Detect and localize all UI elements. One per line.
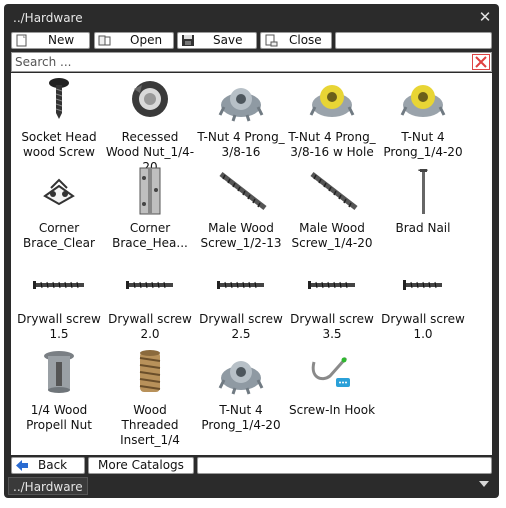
item-label: Drywall screw 3.5 [290, 312, 374, 341]
more-catalogs-label: More Catalogs [98, 458, 184, 472]
catalog-grid: Socket Head wood Screw Recessed Wood Nut… [11, 73, 492, 455]
search-input[interactable]: Search ... [15, 55, 71, 69]
item-label: Socket Head wood Screw [21, 130, 97, 159]
catalog-window: ../Hardware ✕ New Open Save Close Search… [4, 4, 499, 498]
tnut-yellow-icon [400, 85, 446, 117]
save-button-label: Save [213, 33, 243, 47]
catalog-item[interactable]: Corner Brace_Hea... [104, 164, 196, 254]
item-label: Screw-In Hook [288, 403, 376, 417]
save-button[interactable]: Save [177, 32, 257, 49]
catalog-item[interactable]: Brad Nail [377, 164, 469, 254]
clear-search-button[interactable] [472, 54, 490, 70]
item-label: Drywall screw 1.0 [381, 312, 465, 341]
catalog-item[interactable]: Drywall screw 2.5 [195, 255, 287, 345]
catalog-item[interactable]: T-Nut 4 Prong_1/4-20 ... [377, 73, 469, 174]
close-file-icon [265, 34, 278, 47]
bottom-spacer [197, 457, 492, 474]
drywall-screw-icon [403, 280, 442, 290]
recessed-nut-icon [132, 81, 168, 117]
open-file-icon [98, 35, 111, 46]
back-arrow-icon [16, 460, 28, 471]
catalog-item[interactable]: Corner Brace_Clear [13, 164, 105, 254]
catalog-item[interactable]: Recessed Wood Nut_1/4-20 [104, 73, 196, 174]
drywall-screw-icon [308, 281, 355, 289]
item-label: Brad Nail [395, 221, 451, 235]
back-button[interactable]: Back [11, 457, 85, 474]
hook-icon [311, 357, 350, 387]
item-label: Corner Brace_Clear [23, 221, 95, 250]
status-bar: ../Hardware [4, 474, 499, 498]
catalog-item[interactable]: T-Nut 4 Prong_1/4-20 [195, 346, 287, 436]
drywall-screw-icon [33, 281, 84, 289]
open-button[interactable]: Open [94, 32, 174, 49]
item-label: T-Nut 4 Prong_ 3/8-16 w Hole [288, 130, 376, 159]
catalog-item[interactable]: T-Nut 4 Prong_ 3/8-16 [195, 73, 287, 163]
new-button[interactable]: New [11, 32, 90, 49]
tnut-icon [218, 361, 264, 395]
propell-nut-icon [44, 351, 74, 393]
item-label: Male Wood Screw_1/4-20 [291, 221, 373, 250]
new-button-label: New [48, 33, 75, 47]
item-label: Drywall screw 2.0 [108, 312, 192, 341]
more-catalogs-button[interactable]: More Catalogs [88, 457, 194, 474]
catalog-item[interactable]: Socket Head wood Screw [13, 73, 105, 163]
catalog-item[interactable]: Wood Threaded Insert_1/4 [104, 346, 196, 447]
catalog-item[interactable]: Drywall screw 1.5 [13, 255, 105, 345]
catalog-item[interactable]: 1/4 Wood Propell Nut [13, 346, 105, 436]
item-label: Corner Brace_Hea... [112, 221, 188, 250]
catalog-item[interactable]: Male Wood Screw_1/2-13 [195, 164, 287, 254]
close-icon[interactable]: ✕ [477, 9, 493, 25]
socket-head-screw-icon [49, 78, 69, 119]
catalog-item[interactable]: T-Nut 4 Prong_ 3/8-16 w Hole [286, 73, 378, 163]
new-file-icon [16, 34, 27, 47]
search-bar[interactable]: Search ... [11, 52, 492, 72]
item-label: Drywall screw 2.5 [199, 312, 283, 341]
toolbar: New Open Save Close [11, 32, 492, 50]
tnut-icon [218, 88, 264, 122]
back-button-label: Back [38, 458, 68, 472]
item-label: Wood Threaded Insert_1/4 [120, 403, 180, 447]
item-label: T-Nut 4 Prong_1/4-20 [201, 403, 281, 432]
chevron-down-icon[interactable] [479, 481, 489, 487]
long-screw-icon [310, 172, 358, 210]
drywall-screw-icon [126, 281, 173, 289]
catalog-item[interactable]: Drywall screw 2.0 [104, 255, 196, 345]
close-button-label: Close [289, 33, 322, 47]
open-button-label: Open [130, 33, 163, 47]
long-screw-icon [219, 172, 267, 210]
window-title: ../Hardware [13, 11, 83, 25]
clear-icon [475, 56, 487, 68]
item-label: Male Wood Screw_1/2-13 [200, 221, 282, 250]
threaded-insert-icon [139, 350, 161, 392]
hinge-brace-icon [139, 167, 161, 215]
item-label: T-Nut 4 Prong_ 3/8-16 [197, 130, 285, 159]
catalog-item[interactable]: Screw-In Hook [286, 346, 378, 436]
current-path[interactable]: ../Hardware [8, 477, 88, 495]
item-label: 1/4 Wood Propell Nut [26, 403, 92, 432]
catalog-item[interactable]: Male Wood Screw_1/4-20 [286, 164, 378, 254]
catalog-item[interactable]: Drywall screw 3.5 [286, 255, 378, 345]
catalog-item[interactable]: Drywall screw 1.0 [377, 255, 469, 345]
save-icon [182, 35, 194, 46]
drywall-screw-icon [217, 281, 264, 289]
tnut-yellow-icon [309, 85, 355, 117]
toolbar-spacer [335, 32, 492, 49]
bottom-bar: Back More Catalogs [11, 457, 492, 475]
nail-icon [420, 169, 427, 214]
close-button[interactable]: Close [260, 32, 332, 49]
title-bar: ../Hardware ✕ [4, 4, 499, 32]
item-label: Drywall screw 1.5 [17, 312, 101, 341]
corner-brace-icon [43, 178, 75, 206]
